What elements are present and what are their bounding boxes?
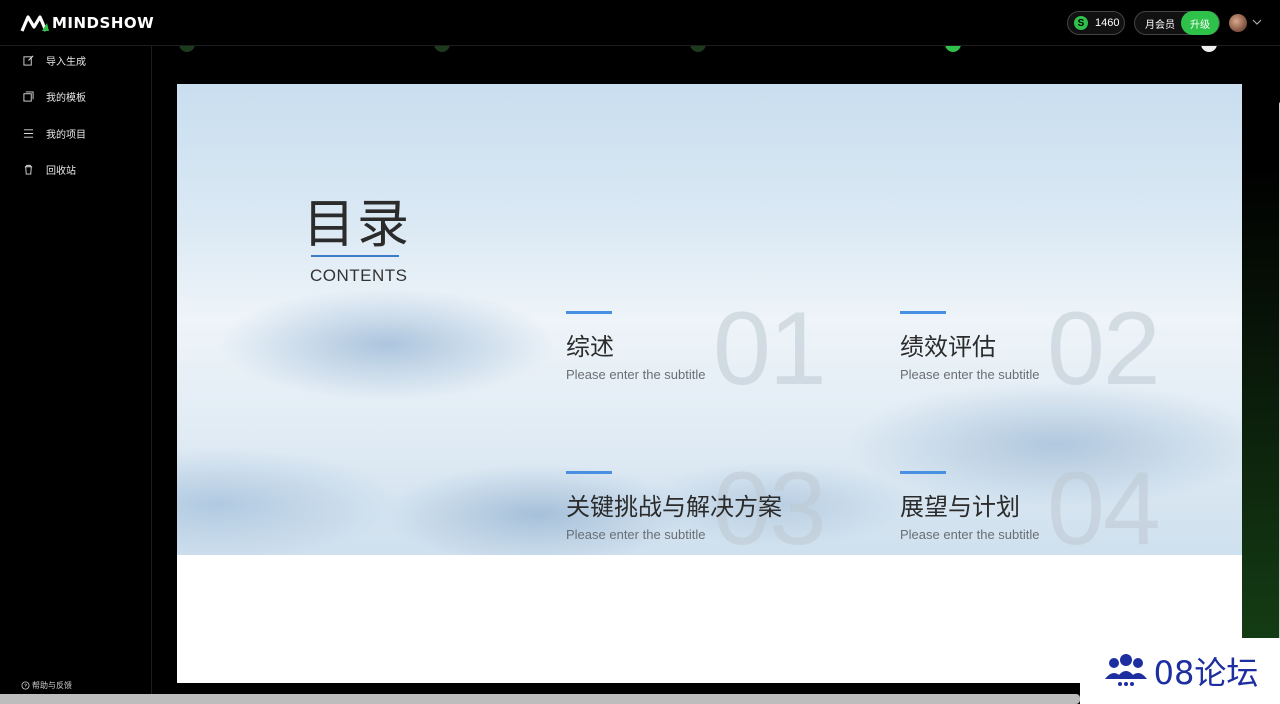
sidebar-item-templates[interactable]: 我的模板 <box>22 86 86 106</box>
template-icon <box>22 90 34 102</box>
brand-name: MINDSHOW <box>52 14 155 32</box>
people-group-icon <box>1104 654 1147 686</box>
membership-label: 月会员 <box>1145 19 1175 31</box>
toc-item-subtitle: Please enter the subtitle <box>566 527 706 542</box>
toc-item-subtitle: Please enter the subtitle <box>566 367 706 382</box>
avatar[interactable] <box>1229 14 1247 32</box>
toc-item-number: 04 <box>1047 451 1161 567</box>
toc-item-bar <box>900 471 946 474</box>
list-icon <box>22 127 34 139</box>
trash-icon <box>22 163 34 175</box>
membership-pill[interactable]: 月会员 升级 <box>1134 11 1220 35</box>
chevron-down-icon[interactable] <box>1251 16 1263 28</box>
sidebar: 导入生成 我的模板 我的项目 回收站 帮助与反馈 <box>0 46 152 694</box>
watermark: 08论坛 <box>1080 638 1280 704</box>
slide-thumb-marker-active[interactable] <box>945 46 961 52</box>
coin-count: 1460 <box>1095 17 1120 29</box>
toc-item[interactable]: 02 绩效评估 Please enter the subtitle <box>900 297 1200 411</box>
sidebar-item-label: 导入生成 <box>46 56 86 68</box>
toc-item-heading: 综述 <box>566 333 614 361</box>
sidebar-item-projects[interactable]: 我的项目 <box>22 123 86 143</box>
help-label: 帮助与反馈 <box>32 681 72 690</box>
toc-item-subtitle: Please enter the subtitle <box>900 367 1040 382</box>
upgrade-button[interactable]: 升级 <box>1181 11 1219 35</box>
toc-item-number: 02 <box>1047 291 1161 407</box>
toc-item-heading: 展望与计划 <box>900 493 1020 521</box>
brand-logo[interactable]: MINDSHOW <box>20 11 154 35</box>
slide-thumb-marker[interactable] <box>434 46 450 52</box>
toc-item-subtitle: Please enter the subtitle <box>900 527 1040 542</box>
toc-item-heading: 关键挑战与解决方案 <box>566 493 782 521</box>
slide-thumb-marker[interactable] <box>690 46 706 52</box>
edit-import-icon <box>22 54 34 66</box>
sidebar-item-label: 我的模板 <box>46 92 86 104</box>
coin-icon: S <box>1074 16 1088 30</box>
sidebar-item-import[interactable]: 导入生成 <box>22 50 86 70</box>
slide-preview[interactable]: 目录 CONTENTS 01 综述 Please enter the subti… <box>177 84 1242 683</box>
top-bar: MINDSHOW S 1460 月会员 升级 <box>0 0 1280 46</box>
toc-item-heading: 绩效评估 <box>900 333 996 361</box>
mindshow-logo-icon <box>20 15 49 32</box>
sidebar-item-label: 回收站 <box>46 165 76 177</box>
toc-item[interactable]: 03 关键挑战与解决方案 Please enter the subtitle <box>566 457 866 571</box>
sidebar-item-trash[interactable]: 回收站 <box>22 159 76 179</box>
toc-item-bar <box>566 311 612 314</box>
toc-item-number: 01 <box>713 291 827 407</box>
help-feedback-link[interactable]: 帮助与反馈 <box>21 680 72 691</box>
app-window: MINDSHOW S 1460 月会员 升级 导入生成 我的模板 我的项目 回收… <box>0 0 1280 704</box>
toc-item-bar <box>900 311 946 314</box>
watermark-text: 08论坛 <box>1153 654 1259 692</box>
slide-title: 目录 <box>303 195 412 255</box>
slide-thumb-marker[interactable] <box>1201 46 1217 52</box>
sidebar-item-label: 我的项目 <box>46 129 86 141</box>
coin-balance[interactable]: S 1460 <box>1067 11 1125 35</box>
slide-title-en: CONTENTS <box>310 266 408 285</box>
title-underline <box>311 255 399 257</box>
toc-item[interactable]: 01 综述 Please enter the subtitle <box>566 297 866 411</box>
toc-item[interactable]: 04 展望与计划 Please enter the subtitle <box>900 457 1200 571</box>
slide-thumb-marker[interactable] <box>179 46 195 52</box>
help-icon <box>21 681 30 690</box>
horizontal-scrollbar-thumb[interactable] <box>0 694 1080 704</box>
toc-item-bar <box>566 471 612 474</box>
